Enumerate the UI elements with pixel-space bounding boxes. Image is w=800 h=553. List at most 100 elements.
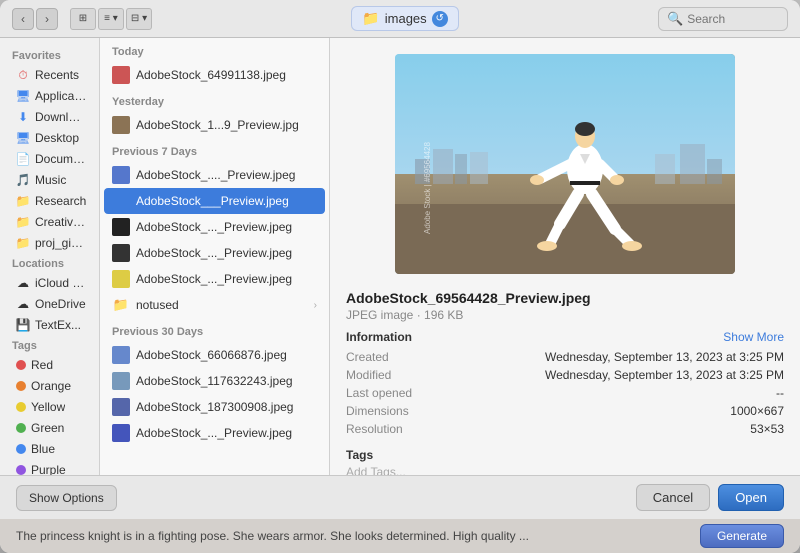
onedrive-icon: ☁ <box>16 297 30 311</box>
sidebar-item-recents[interactable]: ⏱ Recents <box>4 65 95 85</box>
table-row: Dimensions 1000×667 <box>346 402 784 420</box>
file-item[interactable]: AdobeStock_..._Preview.jpeg <box>100 420 329 446</box>
file-name: AdobeStock_117632243.jpeg <box>136 374 317 388</box>
sidebar-item-label: Research <box>35 194 86 208</box>
locations-label: Locations <box>0 254 99 272</box>
sidebar-item-music[interactable]: 🎵 Music <box>4 170 95 190</box>
favorites-label: Favorites <box>0 46 99 64</box>
resolution-value: 53×53 <box>436 420 784 438</box>
music-icon: 🎵 <box>16 173 30 187</box>
file-item[interactable]: AdobeStock_...._Preview.jpeg <box>100 162 329 188</box>
table-row: Last opened -- <box>346 384 784 402</box>
file-name: AdobeStock_66066876.jpeg <box>136 348 317 362</box>
info-table: Created Wednesday, September 13, 2023 at… <box>346 348 784 438</box>
generate-button[interactable]: Generate <box>700 524 784 548</box>
modified-label: Modified <box>346 366 436 384</box>
preview-image: Adobe Stock | #69564428 <box>395 54 735 274</box>
blue-tag-dot <box>16 444 26 454</box>
more-view-button[interactable]: ⊟ ▾ <box>126 8 152 30</box>
tags-label: Tags <box>0 336 99 354</box>
search-box[interactable]: 🔍 <box>658 7 788 31</box>
sidebar-item-tag-yellow[interactable]: Yellow <box>4 397 95 417</box>
sidebar-item-tag-purple[interactable]: Purple <box>4 460 95 475</box>
sidebar-item-applications[interactable]: 🖥 Applicati... <box>4 86 95 106</box>
yellow-tag-dot <box>16 402 26 412</box>
file-thumb <box>112 346 130 364</box>
file-thumb <box>112 166 130 184</box>
list-view-button[interactable]: ≡ ▾ <box>98 8 124 30</box>
sidebar-item-tag-orange[interactable]: Orange <box>4 376 95 396</box>
back-button[interactable]: ‹ <box>12 8 34 30</box>
file-item-folder[interactable]: 📁 notused › <box>100 292 329 318</box>
file-item-selected[interactable]: AdobeStock___Preview.jpeg <box>104 188 325 214</box>
sidebar-item-label: TextEx... <box>35 318 81 332</box>
sidebar-item-label: Yellow <box>31 400 65 414</box>
file-thumb <box>112 424 130 442</box>
applications-icon: 🖥 <box>16 89 30 103</box>
file-item[interactable]: AdobeStock_1...9_Preview.jpg <box>100 112 329 138</box>
modified-value: Wednesday, September 13, 2023 at 3:25 PM <box>436 366 784 384</box>
file-name: AdobeStock_64991138.jpeg <box>136 68 317 82</box>
file-thumb <box>112 270 130 288</box>
file-item[interactable]: AdobeStock_..._Preview.jpeg <box>100 214 329 240</box>
sidebar-item-downloads[interactable]: ⬇ Downloads <box>4 107 95 127</box>
grid-view-button[interactable]: ⊞ <box>70 8 96 30</box>
documents-icon: 📄 <box>16 152 30 166</box>
file-name: AdobeStock_..._Preview.jpeg <box>136 426 317 440</box>
tags-section: Tags Add Tags... <box>346 448 784 475</box>
show-options-button[interactable]: Show Options <box>16 485 117 511</box>
file-thumb <box>112 66 130 84</box>
sidebar-item-research[interactable]: 📁 Research <box>4 191 95 211</box>
file-item[interactable]: AdobeStock_117632243.jpeg <box>100 368 329 394</box>
sidebar-item-label: Creative... <box>35 215 87 229</box>
file-thumb <box>112 244 130 262</box>
sidebar-item-tag-green[interactable]: Green <box>4 418 95 438</box>
sidebar-item-label: Green <box>31 421 64 435</box>
sidebar-item-label: Red <box>31 358 53 372</box>
open-button[interactable]: Open <box>718 484 784 511</box>
recents-icon: ⏱ <box>16 68 30 82</box>
purple-tag-dot <box>16 465 26 475</box>
last-opened-value: -- <box>436 384 784 402</box>
file-thumb <box>112 398 130 416</box>
textex-icon: 💾 <box>16 318 30 332</box>
sidebar-item-icloud[interactable]: ☁ iCloud Dri... <box>4 273 95 293</box>
file-name: AdobeStock_..._Preview.jpeg <box>136 220 317 234</box>
file-item[interactable]: AdobeStock_66066876.jpeg <box>100 342 329 368</box>
sidebar-item-onedrive[interactable]: ☁ OneDrive <box>4 294 95 314</box>
search-input[interactable] <box>687 12 779 26</box>
sidebar-item-label: iCloud Dri... <box>35 276 87 290</box>
folder-name: images <box>385 11 427 26</box>
sidebar-item-desktop[interactable]: 🖥 Desktop <box>4 128 95 148</box>
file-item[interactable]: AdobeStock_64991138.jpeg <box>100 62 329 88</box>
folder-pill[interactable]: 📁 images ↺ <box>351 6 458 31</box>
table-row: Created Wednesday, September 13, 2023 at… <box>346 348 784 366</box>
file-item[interactable]: AdobeStock_..._Preview.jpeg <box>100 266 329 292</box>
table-row: Resolution 53×53 <box>346 420 784 438</box>
sidebar-item-label: proj_ging... <box>35 236 87 250</box>
nav-buttons: ‹ › <box>12 8 58 30</box>
file-list: Today AdobeStock_64991138.jpeg Yesterday… <box>100 38 330 475</box>
sidebar-item-proj[interactable]: 📁 proj_ging... <box>4 233 95 253</box>
table-row: Modified Wednesday, September 13, 2023 a… <box>346 366 784 384</box>
research-icon: 📁 <box>16 194 30 208</box>
sidebar-item-tag-red[interactable]: Red <box>4 355 95 375</box>
sidebar-item-creative[interactable]: 📁 Creative... <box>4 212 95 232</box>
add-tags[interactable]: Add Tags... <box>346 465 784 475</box>
sidebar-item-label: Music <box>35 173 66 187</box>
file-thumb <box>112 116 130 134</box>
folder-icon: 📁 <box>362 10 379 27</box>
sidebar-item-tag-blue[interactable]: Blue <box>4 439 95 459</box>
cancel-button[interactable]: Cancel <box>636 484 710 511</box>
file-item[interactable]: AdobeStock_..._Preview.jpeg <box>100 240 329 266</box>
created-label: Created <box>346 348 436 366</box>
file-item[interactable]: AdobeStock_187300908.jpeg <box>100 394 329 420</box>
resolution-label: Resolution <box>346 420 436 438</box>
view-buttons: ⊞ ≡ ▾ ⊟ ▾ <box>70 8 152 30</box>
sidebar-item-documents[interactable]: 📄 Documents <box>4 149 95 169</box>
forward-button[interactable]: › <box>36 8 58 30</box>
sidebar-item-textex[interactable]: 💾 TextEx... <box>4 315 95 335</box>
sidebar-item-label: OneDrive <box>35 297 86 311</box>
show-more-button[interactable]: Show More <box>723 330 784 344</box>
icloud-icon: ☁ <box>16 276 30 290</box>
